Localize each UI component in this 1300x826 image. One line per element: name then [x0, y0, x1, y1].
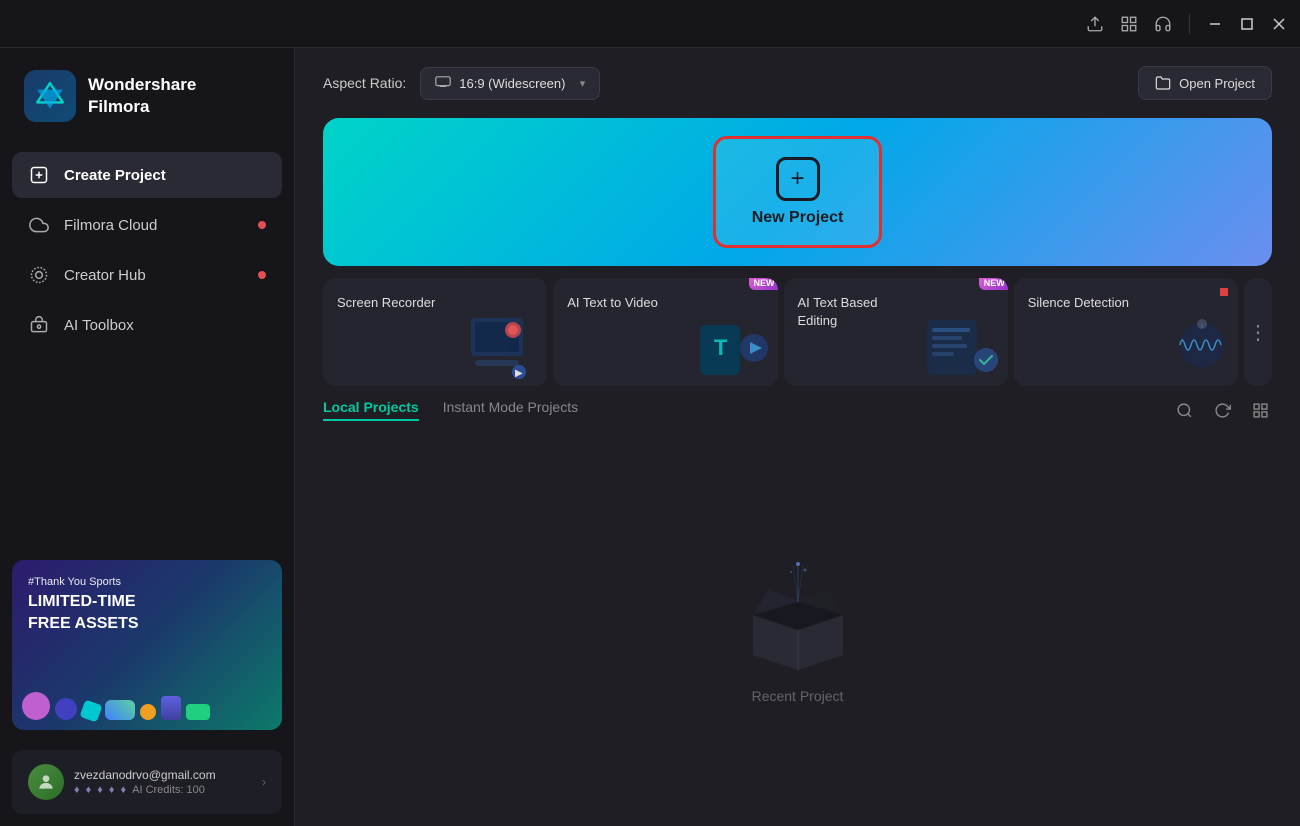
sidebar-item-filmora-cloud[interactable]: Filmora Cloud	[12, 202, 282, 248]
promo-title: LIMITED-TIME	[28, 592, 266, 611]
close-button[interactable]	[1270, 15, 1288, 33]
more-features-button[interactable]: ⋮	[1244, 278, 1272, 386]
sidebar-item-ai-toolbox[interactable]: AI Toolbox	[12, 302, 282, 348]
logo-area: Wondershare Filmora	[0, 48, 294, 144]
nav-section: Create Project Filmora Cloud	[0, 144, 294, 548]
new-project-banner: + New Project	[323, 118, 1272, 266]
creator-hub-badge	[258, 271, 266, 279]
credit-icon-2: ♦	[86, 784, 92, 796]
ai-text-to-video-visual: T	[692, 310, 772, 380]
app-logo	[24, 70, 76, 122]
credit-icon-1: ♦	[74, 784, 80, 796]
user-email: zvezdanodrvo@gmail.com	[74, 768, 252, 782]
cloud-upload-icon[interactable]	[1085, 14, 1105, 34]
main-layout: Wondershare Filmora Create Project	[0, 48, 1300, 826]
grid-icon[interactable]	[1119, 14, 1139, 34]
aspect-ratio-section: Aspect Ratio: 16:9 (Widescreen) ▾	[323, 67, 600, 100]
minimize-button[interactable]	[1206, 15, 1224, 33]
aspect-ratio-dropdown[interactable]: 16:9 (Widescreen) ▾	[420, 67, 600, 100]
search-icon[interactable]	[1172, 398, 1196, 422]
new-project-plus-icon: +	[776, 157, 820, 201]
creator-hub-icon	[28, 264, 50, 286]
projects-toolbar	[1172, 398, 1272, 422]
avatar	[28, 764, 64, 800]
main-content: Aspect Ratio: 16:9 (Widescreen) ▾	[295, 48, 1300, 826]
projects-tabs-row: Local Projects Instant Mode Projects	[323, 398, 1272, 422]
ai-credits-label: AI Credits: 100	[132, 784, 205, 796]
promo-tag: #Thank You Sports	[28, 576, 266, 588]
chevron-down-icon: ▾	[580, 77, 586, 90]
ai-toolbox-icon	[28, 314, 50, 336]
refresh-icon[interactable]	[1210, 398, 1234, 422]
credit-icon-5: ♦	[121, 784, 127, 796]
ai-text-video-new-badge: NEW	[749, 278, 778, 290]
content-topbar: Aspect Ratio: 16:9 (Widescreen) ▾	[295, 48, 1300, 118]
credit-icon-4: ♦	[109, 784, 115, 796]
create-project-icon	[28, 164, 50, 186]
user-area[interactable]: zvezdanodrvo@gmail.com ♦ ♦ ♦ ♦ ♦ AI Cred…	[12, 750, 282, 814]
tab-local-projects[interactable]: Local Projects	[323, 399, 419, 421]
user-info: zvezdanodrvo@gmail.com ♦ ♦ ♦ ♦ ♦ AI Cred…	[74, 768, 252, 796]
tab-instant-mode-projects[interactable]: Instant Mode Projects	[443, 399, 578, 421]
svg-text:▶: ▶	[515, 368, 523, 379]
titlebar-tools	[1085, 14, 1173, 34]
feature-card-silence-detection[interactable]: Silence Detection	[1014, 278, 1238, 386]
user-credits-row: ♦ ♦ ♦ ♦ ♦ AI Credits: 100	[74, 784, 252, 796]
silence-detection-label: Silence Detection	[1028, 294, 1138, 312]
ai-text-based-editing-label: AI Text Based Editing	[798, 294, 908, 329]
headset-icon[interactable]	[1153, 14, 1173, 34]
empty-state-label: Recent Project	[752, 688, 844, 704]
promo-subtitle: FREE ASSETS	[28, 615, 266, 633]
feature-cards-row: Screen Recorder ▶ NEW AI Text to	[295, 266, 1300, 398]
open-project-button[interactable]: Open Project	[1138, 66, 1272, 100]
ai-text-based-editing-visual	[922, 310, 1002, 380]
filmora-cloud-icon	[28, 214, 50, 236]
sidebar-item-create-project[interactable]: Create Project	[12, 152, 282, 198]
new-project-label: New Project	[752, 209, 844, 227]
sidebar-item-filmora-cloud-label: Filmora Cloud	[64, 217, 244, 234]
aspect-ratio-value: 16:9 (Widescreen)	[459, 76, 571, 91]
screen-recorder-label: Screen Recorder	[337, 294, 447, 312]
silence-detection-visual	[1152, 310, 1232, 380]
aspect-ratio-label: Aspect Ratio:	[323, 75, 406, 91]
credit-icon-3: ♦	[97, 784, 103, 796]
screen-recorder-visual: ▶	[461, 310, 541, 380]
silence-detection-dot	[1220, 288, 1228, 296]
user-chevron-right-icon[interactable]: ›	[262, 775, 266, 789]
sidebar-promo-banner[interactable]: #Thank You Sports LIMITED-TIME FREE ASSE…	[12, 560, 282, 730]
title-bar	[0, 0, 1300, 48]
ai-text-to-video-label: AI Text to Video	[567, 294, 677, 312]
sidebar-item-creator-hub-label: Creator Hub	[64, 267, 244, 284]
grid-view-icon[interactable]	[1248, 398, 1272, 422]
monitor-icon	[435, 76, 451, 91]
filmora-cloud-badge	[258, 221, 266, 229]
ai-text-editing-new-badge: NEW	[979, 278, 1008, 290]
titlebar-separator	[1189, 14, 1190, 34]
sidebar-item-create-project-label: Create Project	[64, 167, 266, 184]
projects-section: Local Projects Instant Mode Projects	[295, 398, 1300, 826]
projects-tabs: Local Projects Instant Mode Projects	[323, 399, 578, 421]
sidebar-item-creator-hub[interactable]: Creator Hub	[12, 252, 282, 298]
maximize-button[interactable]	[1238, 15, 1256, 33]
empty-state-illustration	[733, 560, 863, 670]
sidebar-item-ai-toolbox-label: AI Toolbox	[64, 317, 266, 334]
empty-state: Recent Project	[323, 438, 1272, 826]
feature-card-screen-recorder[interactable]: Screen Recorder ▶	[323, 278, 547, 386]
app-name: Wondershare Filmora	[88, 74, 196, 118]
feature-card-ai-text-based-editing[interactable]: NEW AI Text Based Editing	[784, 278, 1008, 386]
new-project-button[interactable]: + New Project	[713, 136, 883, 248]
svg-text:T: T	[714, 335, 728, 360]
open-project-label: Open Project	[1179, 76, 1255, 91]
window-controls	[1206, 15, 1288, 33]
sidebar: Wondershare Filmora Create Project	[0, 48, 295, 826]
feature-card-ai-text-to-video[interactable]: NEW AI Text to Video T	[553, 278, 777, 386]
